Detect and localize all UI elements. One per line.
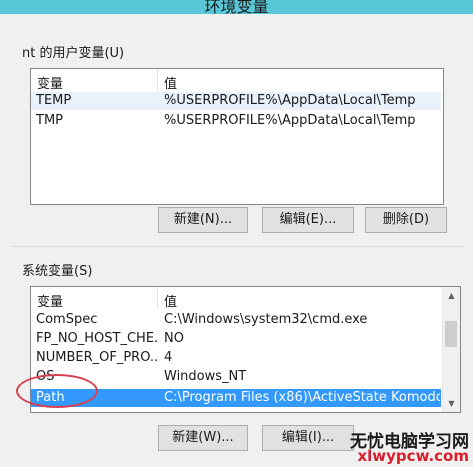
window-title-bar: 环境变量 [0, 0, 473, 14]
dialog-client-area: nt 的用户变量(U) 变量 值 TEMP %USERPROFILE%\AppD… [0, 14, 473, 467]
system-var-row-path[interactable]: Path C:\Program Files (x86)\ActiveState … [31, 389, 441, 407]
user-var-row-temp[interactable]: TEMP %USERPROFILE%\AppData\Local\Temp [31, 92, 441, 110]
var-value: %USERPROFILE%\AppData\Local\Temp [164, 113, 416, 128]
column-divider[interactable] [157, 69, 158, 91]
var-name: NUMBER_OF_PRO... [36, 350, 158, 365]
scroll-down-arrow-icon[interactable]: ▼ [443, 395, 460, 412]
group-separator [10, 246, 464, 247]
var-name: OS [36, 369, 55, 384]
user-delete-button[interactable]: 删除(D) [365, 207, 447, 233]
var-value: C:\Program Files (x86)\ActiveState Komod… [164, 390, 440, 405]
system-vars-list-header: 变量 值 [31, 287, 442, 310]
system-vars-scrollbar[interactable]: ▲ ▼ [442, 287, 460, 412]
column-divider[interactable] [157, 287, 158, 309]
system-var-row-number-of-pro[interactable]: NUMBER_OF_PRO... 4 [31, 349, 441, 367]
system-vars-col-value[interactable]: 值 [164, 291, 177, 310]
var-value: 4 [164, 350, 173, 365]
window-title: 环境变量 [204, 0, 269, 14]
user-new-button[interactable]: 新建(N)... [158, 207, 248, 233]
scroll-thumb[interactable] [445, 321, 457, 347]
watermark-line2: xlwypcw.com [357, 447, 469, 465]
user-vars-col-name[interactable]: 变量 [37, 73, 63, 92]
user-vars-list-header: 变量 值 [31, 69, 443, 92]
system-edit-button[interactable]: 编辑(I)... [262, 425, 354, 451]
user-var-row-tmp[interactable]: TMP %USERPROFILE%\AppData\Local\Temp [31, 112, 441, 130]
var-value: NO [164, 331, 184, 346]
system-var-row-os[interactable]: OS Windows_NT [31, 368, 441, 386]
system-vars-group-label: 系统变量(S) [22, 264, 93, 279]
var-value: %USERPROFILE%\AppData\Local\Temp [164, 93, 416, 108]
var-value: Windows_NT [164, 369, 247, 384]
system-vars-col-name[interactable]: 变量 [37, 291, 63, 310]
system-var-row-fp-no-host[interactable]: FP_NO_HOST_CHE... NO [31, 330, 441, 348]
user-edit-button[interactable]: 编辑(E)... [262, 207, 354, 233]
system-var-row-comspec[interactable]: ComSpec C:\Windows\system32\cmd.exe [31, 311, 441, 329]
scroll-up-arrow-icon[interactable]: ▲ [443, 287, 460, 304]
watermark: 无忧电脑学习网 xlwypcw.com [350, 425, 469, 465]
user-vars-group-label: nt 的用户变量(U) [22, 46, 125, 61]
user-vars-list[interactable]: 变量 值 TEMP %USERPROFILE%\AppData\Local\Te… [30, 68, 444, 205]
var-name: Path [36, 390, 65, 405]
user-vars-col-value[interactable]: 值 [164, 73, 177, 92]
system-new-button[interactable]: 新建(W)... [158, 425, 248, 451]
var-name: FP_NO_HOST_CHE... [36, 331, 158, 346]
var-name: ComSpec [36, 312, 98, 327]
var-value: C:\Windows\system32\cmd.exe [164, 312, 368, 327]
var-name: TEMP [36, 93, 72, 108]
system-vars-list[interactable]: 变量 值 ComSpec C:\Windows\system32\cmd.exe… [30, 286, 461, 413]
var-name: TMP [36, 113, 63, 128]
